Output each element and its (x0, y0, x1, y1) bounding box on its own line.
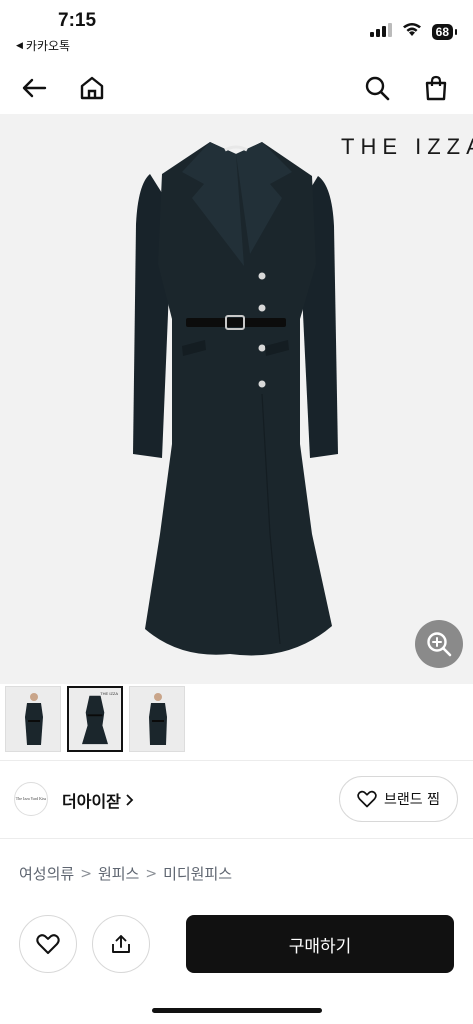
product-main-image[interactable]: THE IZZA (0, 114, 473, 684)
breadcrumb-item-women-clothing[interactable]: 여성의류 (19, 863, 74, 884)
chevron-right-icon: > (145, 865, 158, 882)
back-triangle-icon: ◀ (16, 40, 23, 51)
wifi-icon (402, 22, 422, 41)
home-indicator (152, 1008, 322, 1013)
brand-name: 더아이잗 (62, 792, 121, 811)
zoom-in-icon (427, 632, 452, 657)
breadcrumb: 여성의류 > 원피스 > 미디원피스 (19, 863, 232, 884)
thumbnail-2-selected[interactable]: THE IZZA (67, 686, 123, 752)
home-button[interactable] (72, 68, 112, 108)
share-icon (112, 935, 130, 953)
thumbnail-3[interactable] (129, 686, 185, 752)
thumbnail-1[interactable] (5, 686, 61, 752)
brand-logo[interactable]: The Izza Yard Kiss (14, 782, 48, 816)
thumbnail-dress-image (149, 693, 167, 745)
buy-button[interactable]: 구매하기 (186, 915, 454, 973)
zoom-button[interactable] (415, 620, 463, 668)
status-bar: 7:15 ◀ 카카오톡 68 (0, 0, 473, 58)
signal-icon (369, 22, 392, 41)
share-button[interactable] (92, 915, 150, 973)
wishlist-button[interactable] (19, 915, 77, 973)
status-time: 7:15 (58, 10, 97, 31)
chevron-right-icon: > (80, 865, 92, 882)
cart-button[interactable] (416, 68, 456, 108)
thumbnail-strip: THE IZZA (5, 686, 185, 752)
bottom-action-bar: 구매하기 (0, 906, 473, 1024)
chevron-right-icon (126, 794, 134, 806)
thumbnail-dress-image (82, 695, 108, 745)
thumbnail-dress-image (25, 693, 43, 745)
breadcrumb-item-midi-dress[interactable]: 미디원피스 (163, 863, 232, 884)
back-app-label: 카카오톡 (25, 39, 71, 53)
back-to-app-link[interactable]: ◀ 카카오톡 (16, 37, 70, 54)
search-button[interactable] (357, 68, 397, 108)
divider (0, 760, 473, 761)
battery-indicator: 68 (431, 23, 458, 40)
search-icon (365, 76, 390, 101)
status-indicators: 68 (369, 22, 458, 41)
shopping-bag-icon (425, 75, 447, 101)
divider (0, 838, 473, 839)
breadcrumb-item-dress[interactable]: 원피스 (98, 863, 139, 884)
dress-illustration (133, 142, 338, 656)
brand-like-button[interactable]: 브랜드 찜 (339, 776, 458, 822)
thumbnail-brand-label: THE IZZA (100, 691, 118, 696)
top-nav-bar (0, 60, 473, 114)
heart-icon (36, 934, 60, 955)
heart-icon (357, 790, 377, 808)
back-button[interactable] (14, 68, 54, 108)
brand-like-label: 브랜드 찜 (384, 792, 440, 808)
home-icon (80, 76, 104, 100)
brand-name-link[interactable]: 더아이잗 (62, 788, 134, 812)
arrow-left-icon (22, 78, 47, 98)
